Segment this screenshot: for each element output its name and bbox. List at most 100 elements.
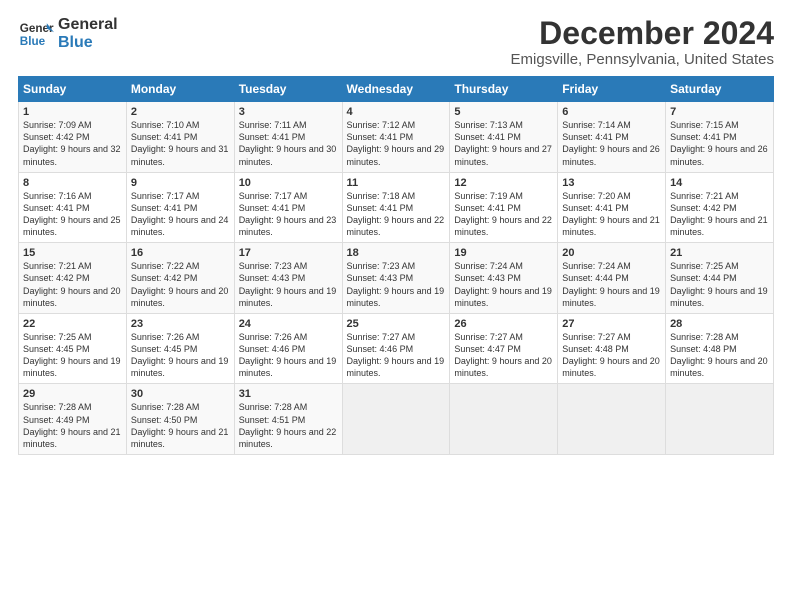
- day-number: 22: [23, 318, 122, 330]
- day-number: 23: [131, 318, 230, 330]
- day-number: 8: [23, 177, 122, 189]
- calendar-cell: 8 Sunrise: 7:16 AMSunset: 4:41 PMDaylight…: [19, 172, 127, 243]
- calendar-cell: 9 Sunrise: 7:17 AMSunset: 4:41 PMDaylight…: [126, 172, 234, 243]
- calendar-cell: 27Sunrise: 7:27 AMSunset: 4:48 PMDayligh…: [558, 313, 666, 384]
- cell-info: Sunrise: 7:28 AMSunset: 4:50 PMDaylight:…: [131, 402, 229, 448]
- cell-info: Sunrise: 7:14 AMSunset: 4:41 PMDaylight:…: [562, 120, 660, 166]
- day-number: 6: [562, 106, 661, 118]
- day-number: 27: [562, 318, 661, 330]
- day-number: 16: [131, 247, 230, 259]
- day-number: 28: [670, 318, 769, 330]
- cell-info: Sunrise: 7:17 AMSunset: 4:41 PMDaylight:…: [131, 191, 229, 237]
- day-number: 1: [23, 106, 122, 118]
- calendar-cell: 30Sunrise: 7:28 AMSunset: 4:50 PMDayligh…: [126, 384, 234, 455]
- cell-info: Sunrise: 7:27 AMSunset: 4:46 PMDaylight:…: [347, 332, 445, 378]
- col-thursday: Thursday: [450, 77, 558, 102]
- cell-info: Sunrise: 7:25 AMSunset: 4:45 PMDaylight:…: [23, 332, 121, 378]
- day-number: 14: [670, 177, 769, 189]
- cell-info: Sunrise: 7:21 AMSunset: 4:42 PMDaylight:…: [670, 191, 768, 237]
- cell-info: Sunrise: 7:24 AMSunset: 4:44 PMDaylight:…: [562, 261, 660, 307]
- calendar-cell: 7 Sunrise: 7:15 AMSunset: 4:41 PMDaylight…: [666, 102, 774, 173]
- cell-info: Sunrise: 7:24 AMSunset: 4:43 PMDaylight:…: [454, 261, 552, 307]
- calendar-cell: 4 Sunrise: 7:12 AMSunset: 4:41 PMDaylight…: [342, 102, 450, 173]
- day-number: 17: [239, 247, 338, 259]
- day-number: 31: [239, 388, 338, 400]
- logo-icon: General Blue: [18, 16, 54, 52]
- main-title: December 2024: [511, 16, 774, 51]
- calendar-cell: 6 Sunrise: 7:14 AMSunset: 4:41 PMDaylight…: [558, 102, 666, 173]
- col-friday: Friday: [558, 77, 666, 102]
- calendar-cell: 25 Sunrise: 7:27 AMSunset: 4:46 PMDayligh…: [342, 313, 450, 384]
- calendar-cell: 3Sunrise: 7:11 AMSunset: 4:41 PMDaylight…: [234, 102, 342, 173]
- cell-info: Sunrise: 7:13 AMSunset: 4:41 PMDaylight:…: [454, 120, 552, 166]
- col-wednesday: Wednesday: [342, 77, 450, 102]
- calendar-week-2: 8 Sunrise: 7:16 AMSunset: 4:41 PMDaylight…: [19, 172, 774, 243]
- day-number: 21: [670, 247, 769, 259]
- day-number: 9: [131, 177, 230, 189]
- cell-info: Sunrise: 7:16 AMSunset: 4:41 PMDaylight:…: [23, 191, 121, 237]
- calendar-cell: 21Sunrise: 7:25 AMSunset: 4:44 PMDayligh…: [666, 243, 774, 314]
- cell-info: Sunrise: 7:22 AMSunset: 4:42 PMDaylight:…: [131, 261, 229, 307]
- calendar-cell: [666, 384, 774, 455]
- calendar-cell: 31 Sunrise: 7:28 AMSunset: 4:51 PMDayligh…: [234, 384, 342, 455]
- calendar-cell: 29 Sunrise: 7:28 AMSunset: 4:49 PMDayligh…: [19, 384, 127, 455]
- day-number: 24: [239, 318, 338, 330]
- day-number: 11: [347, 177, 446, 189]
- day-number: 15: [23, 247, 122, 259]
- col-sunday: Sunday: [19, 77, 127, 102]
- cell-info: Sunrise: 7:11 AMSunset: 4:41 PMDaylight:…: [239, 120, 337, 166]
- calendar-cell: 17 Sunrise: 7:23 AMSunset: 4:43 PMDayligh…: [234, 243, 342, 314]
- col-monday: Monday: [126, 77, 234, 102]
- day-number: 19: [454, 247, 553, 259]
- col-tuesday: Tuesday: [234, 77, 342, 102]
- day-number: 25: [347, 318, 446, 330]
- cell-info: Sunrise: 7:27 AMSunset: 4:47 PMDaylight:…: [454, 332, 552, 378]
- calendar-cell: 13Sunrise: 7:20 AMSunset: 4:41 PMDayligh…: [558, 172, 666, 243]
- cell-info: Sunrise: 7:28 AMSunset: 4:51 PMDaylight:…: [239, 402, 337, 448]
- calendar-cell: 23 Sunrise: 7:26 AMSunset: 4:45 PMDayligh…: [126, 313, 234, 384]
- cell-info: Sunrise: 7:26 AMSunset: 4:46 PMDaylight:…: [239, 332, 337, 378]
- svg-text:Blue: Blue: [20, 35, 46, 48]
- header-row: General Blue General Blue December 2024 …: [18, 16, 774, 68]
- cell-info: Sunrise: 7:23 AMSunset: 4:43 PMDaylight:…: [239, 261, 337, 307]
- cell-info: Sunrise: 7:28 AMSunset: 4:49 PMDaylight:…: [23, 402, 121, 448]
- logo-line2: Blue: [58, 34, 118, 52]
- cell-info: Sunrise: 7:10 AMSunset: 4:41 PMDaylight:…: [131, 120, 229, 166]
- calendar-cell: 19 Sunrise: 7:24 AMSunset: 4:43 PMDayligh…: [450, 243, 558, 314]
- cell-info: Sunrise: 7:26 AMSunset: 4:45 PMDaylight:…: [131, 332, 229, 378]
- calendar-cell: 22 Sunrise: 7:25 AMSunset: 4:45 PMDayligh…: [19, 313, 127, 384]
- day-number: 29: [23, 388, 122, 400]
- calendar-table: Sunday Monday Tuesday Wednesday Thursday…: [18, 76, 774, 455]
- logo: General Blue General Blue: [18, 16, 118, 53]
- cell-info: Sunrise: 7:15 AMSunset: 4:41 PMDaylight:…: [670, 120, 768, 166]
- day-number: 5: [454, 106, 553, 118]
- day-number: 20: [562, 247, 661, 259]
- calendar-cell: 11 Sunrise: 7:18 AMSunset: 4:41 PMDayligh…: [342, 172, 450, 243]
- calendar-cell: [450, 384, 558, 455]
- day-number: 4: [347, 106, 446, 118]
- calendar-cell: 26Sunrise: 7:27 AMSunset: 4:47 PMDayligh…: [450, 313, 558, 384]
- cell-info: Sunrise: 7:21 AMSunset: 4:42 PMDaylight:…: [23, 261, 121, 307]
- day-number: 7: [670, 106, 769, 118]
- calendar-cell: 24 Sunrise: 7:26 AMSunset: 4:46 PMDayligh…: [234, 313, 342, 384]
- day-number: 18: [347, 247, 446, 259]
- calendar-cell: 1Sunrise: 7:09 AMSunset: 4:42 PMDaylight…: [19, 102, 127, 173]
- cell-info: Sunrise: 7:28 AMSunset: 4:48 PMDaylight:…: [670, 332, 768, 378]
- calendar-cell: 20 Sunrise: 7:24 AMSunset: 4:44 PMDayligh…: [558, 243, 666, 314]
- calendar-cell: 2 Sunrise: 7:10 AMSunset: 4:41 PMDaylight…: [126, 102, 234, 173]
- subtitle: Emigsville, Pennsylvania, United States: [511, 51, 774, 68]
- calendar-cell: 28 Sunrise: 7:28 AMSunset: 4:48 PMDayligh…: [666, 313, 774, 384]
- header-row-days: Sunday Monday Tuesday Wednesday Thursday…: [19, 77, 774, 102]
- day-number: 2: [131, 106, 230, 118]
- page: General Blue General Blue December 2024 …: [0, 0, 792, 612]
- title-block: December 2024 Emigsville, Pennsylvania, …: [511, 16, 774, 68]
- cell-info: Sunrise: 7:18 AMSunset: 4:41 PMDaylight:…: [347, 191, 445, 237]
- col-saturday: Saturday: [666, 77, 774, 102]
- cell-info: Sunrise: 7:23 AMSunset: 4:43 PMDaylight:…: [347, 261, 445, 307]
- calendar-cell: 12Sunrise: 7:19 AMSunset: 4:41 PMDayligh…: [450, 172, 558, 243]
- calendar-cell: [558, 384, 666, 455]
- calendar-cell: 5 Sunrise: 7:13 AMSunset: 4:41 PMDaylight…: [450, 102, 558, 173]
- cell-info: Sunrise: 7:12 AMSunset: 4:41 PMDaylight:…: [347, 120, 445, 166]
- calendar-week-3: 15 Sunrise: 7:21 AMSunset: 4:42 PMDayligh…: [19, 243, 774, 314]
- calendar-cell: [342, 384, 450, 455]
